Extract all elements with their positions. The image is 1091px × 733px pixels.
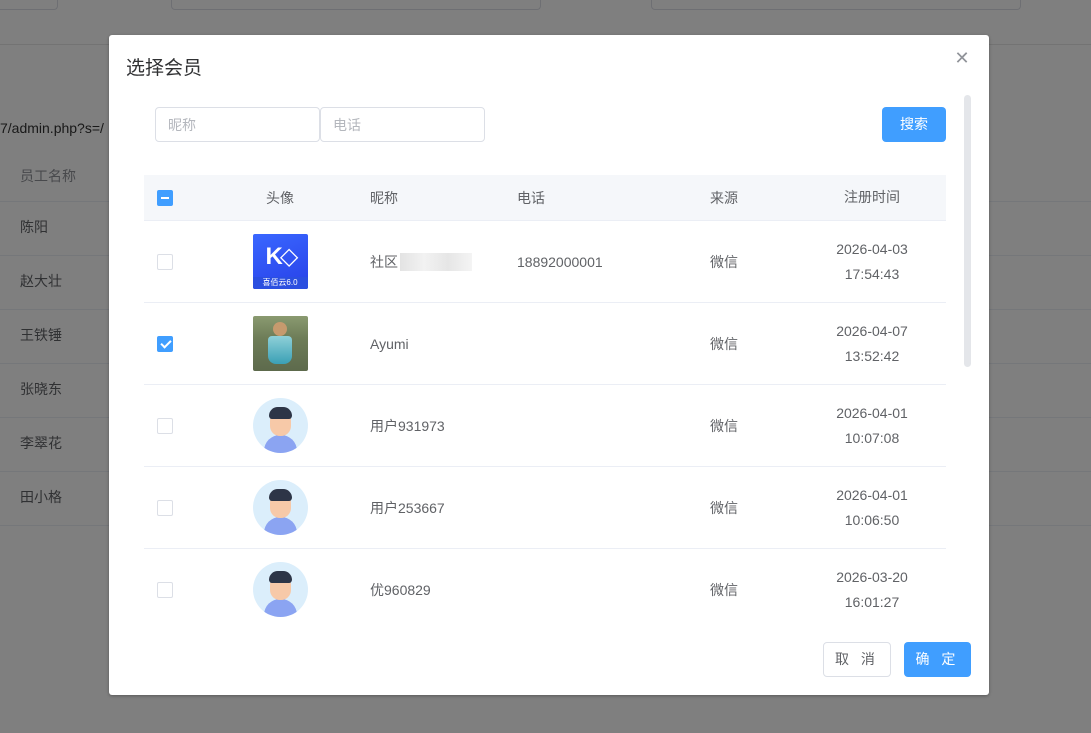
table-row[interactable]: 用户253667 微信 2026-04-01 10:06:50 xyxy=(144,467,946,549)
registered-time: 10:07:08 xyxy=(844,429,900,446)
registered-time: 17:54:43 xyxy=(844,265,900,282)
table-row[interactable]: K◇ 喜佰云6.0 社区 18892000001 微信 2026-04-03 1… xyxy=(144,221,946,303)
registered-cell: 2026-03-20 16:01:27 xyxy=(787,549,946,623)
registered-cell: 2026-04-07 13:52:42 xyxy=(787,303,946,384)
phone-cell xyxy=(517,467,667,548)
avatar-hair xyxy=(268,407,292,419)
logo-tag: 喜佰云6.0 xyxy=(252,277,308,289)
registered-cell: 2026-04-03 17:54:43 xyxy=(787,221,946,302)
registered-date: 2026-04-07 xyxy=(836,322,908,339)
cancel-button[interactable]: 取 消 xyxy=(823,642,891,677)
source-cell: 微信 xyxy=(710,417,738,434)
avatar-cell xyxy=(224,549,336,623)
dialog-scrollbar[interactable] xyxy=(964,95,971,367)
row-checkbox[interactable] xyxy=(157,417,173,434)
header-phone: 电话 xyxy=(517,189,545,206)
nickname-cell: 用户931973 xyxy=(370,417,445,434)
source-cell: 微信 xyxy=(710,581,738,598)
row-checkbox-cell xyxy=(157,385,173,466)
member-table: 头像 昵称 电话 来源 注册时间 K◇ 喜佰云6.0 社区 1889200000… xyxy=(144,175,946,623)
avatar-body xyxy=(263,599,297,617)
logo-mark-icon: K◇ xyxy=(265,243,299,270)
close-icon[interactable]: ✕ xyxy=(953,49,971,67)
registered-cell: 2026-04-01 10:07:08 xyxy=(787,385,946,466)
search-button[interactable]: 搜索 xyxy=(882,107,946,142)
registered-time: 10:06:50 xyxy=(844,511,900,528)
confirm-button[interactable]: 确 定 xyxy=(904,642,971,677)
row-checkbox-cell xyxy=(157,303,173,384)
header-source: 来源 xyxy=(710,189,738,206)
nickname-cell: Ayumi xyxy=(370,335,409,352)
avatar-body xyxy=(263,517,297,535)
table-row[interactable]: Ayumi 微信 2026-04-07 13:52:42 xyxy=(144,303,946,385)
registered-date: 2026-04-03 xyxy=(836,240,908,257)
avatar-hair xyxy=(268,489,292,501)
nickname-cell: 社区 xyxy=(370,221,510,302)
phone-search-input[interactable] xyxy=(320,107,485,142)
source-cell: 微信 xyxy=(710,253,738,270)
row-checkbox[interactable] xyxy=(157,581,173,598)
avatar-hair xyxy=(268,571,292,583)
source-cell: 微信 xyxy=(710,335,738,352)
photo-figure-dress xyxy=(267,336,292,364)
header-registered: 注册时间 xyxy=(844,189,900,205)
logo-avatar: K◇ 喜佰云6.0 xyxy=(252,234,308,289)
phone-cell xyxy=(517,549,667,623)
table-row[interactable]: 用户931973 微信 2026-04-01 10:07:08 xyxy=(144,385,946,467)
default-avatar-icon xyxy=(252,562,308,617)
row-checkbox-cell xyxy=(157,467,173,548)
registered-date: 2026-04-01 xyxy=(836,486,908,503)
nickname-search-input[interactable] xyxy=(155,107,320,142)
row-checkbox-cell xyxy=(157,221,173,302)
registered-date: 2026-03-20 xyxy=(836,568,908,585)
default-avatar-icon xyxy=(252,480,308,535)
select-all-cell xyxy=(157,175,173,220)
dialog-title: 选择会员 xyxy=(126,58,203,79)
row-checkbox[interactable] xyxy=(157,335,173,352)
avatar-body xyxy=(263,435,297,453)
photo-figure-head xyxy=(272,322,287,336)
phone-cell: 18892000001 xyxy=(517,253,603,270)
blurred-text xyxy=(400,252,472,271)
registered-time: 16:01:27 xyxy=(844,593,900,610)
avatar-cell xyxy=(224,385,336,466)
header-avatar: 头像 xyxy=(266,189,294,206)
select-member-dialog: 选择会员 ✕ 搜索 头像 昵称 电话 来源 注册时间 K◇ 喜佰云6.0 社区 … xyxy=(109,35,989,695)
row-checkbox-cell xyxy=(157,549,173,623)
photo-avatar xyxy=(252,316,308,371)
header-nickname: 昵称 xyxy=(370,189,398,206)
row-checkbox[interactable] xyxy=(157,499,173,516)
avatar-cell: K◇ 喜佰云6.0 xyxy=(224,221,336,302)
select-all-checkbox[interactable] xyxy=(157,189,173,206)
avatar-cell xyxy=(224,467,336,548)
nickname-cell: 用户253667 xyxy=(370,499,445,516)
source-cell: 微信 xyxy=(710,499,738,516)
avatar-cell xyxy=(224,303,336,384)
table-header: 头像 昵称 电话 来源 注册时间 xyxy=(144,175,946,221)
registered-cell: 2026-04-01 10:06:50 xyxy=(787,467,946,548)
registered-time: 13:52:42 xyxy=(844,347,900,364)
phone-cell xyxy=(517,385,667,466)
default-avatar-icon xyxy=(252,398,308,453)
nickname-text: 社区 xyxy=(370,253,398,270)
row-checkbox[interactable] xyxy=(157,253,173,270)
phone-cell xyxy=(517,303,667,384)
nickname-cell: 优960829 xyxy=(370,581,431,598)
table-row[interactable]: 优960829 微信 2026-03-20 16:01:27 xyxy=(144,549,946,623)
registered-date: 2026-04-01 xyxy=(836,404,908,421)
